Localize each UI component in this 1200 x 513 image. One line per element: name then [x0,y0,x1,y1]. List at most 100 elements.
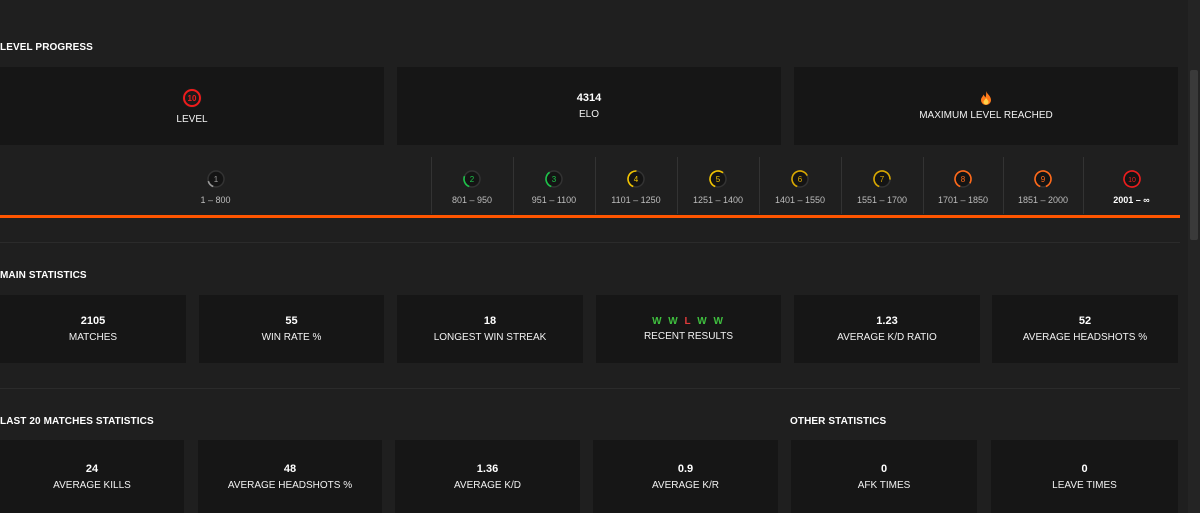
recent-results-label: RECENT RESULTS [643,330,734,342]
level-10-icon: 10 [1122,170,1141,188]
level-step-6: 6 1401 – 1550 [759,157,841,214]
level-step-9: 9 1851 – 2000 [1003,157,1083,214]
matches-value: 2105 [80,315,106,327]
section-divider [0,242,1180,243]
elo-value: 4314 [576,92,602,104]
avg-kr-label: AVERAGE K/R [651,479,720,491]
result-1: W [652,315,664,327]
result-4: W [697,315,709,327]
other-statistics-title: OTHER STATISTICS [790,416,887,427]
main-statistics-title: MAIN STATISTICS [0,270,87,281]
avg-kd-label: AVERAGE K/D [453,479,522,491]
win-rate-label: WIN RATE % [261,332,322,343]
avg-headshots-card: 48 AVERAGE HEADSHOTS % [198,440,382,513]
level-6-icon: 6 [791,170,809,188]
kd-ratio-card: 1.23 AVERAGE K/D RATIO [794,295,980,363]
level-5-range: 1251 – 1400 [692,195,744,205]
level-card: 10 LEVEL [0,67,384,145]
level-step-4: 4 1101 – 1250 [595,157,677,214]
level-progress-bar [0,215,1180,218]
headshots-card: 52 AVERAGE HEADSHOTS % [992,295,1178,363]
level-number: 2 [470,175,475,184]
level-step-1: 1 1 – 800 [0,157,431,214]
leave-times-card: 0 LEAVE TIMES [991,440,1178,513]
level-9-range: 1851 – 2000 [1017,195,1069,205]
matches-card: 2105 MATCHES [0,295,186,363]
level-progress-title: LEVEL PROGRESS [0,42,93,53]
avg-headshots-value: 48 [283,462,297,475]
level-step-2: 2 801 – 950 [431,157,513,214]
level-number: 9 [1041,175,1046,184]
afk-times-value: 0 [880,462,888,475]
result-5: W [713,315,725,327]
level-2-range: 801 – 950 [451,195,493,205]
elo-card: 4314 ELO [397,67,781,145]
result-2: W [668,315,680,327]
level-10-range: 2001 – ∞ [1113,195,1150,205]
level-step-3: 3 951 – 1100 [513,157,595,214]
level-step-7: 7 1551 – 1700 [841,157,923,214]
avg-kd-card: 1.36 AVERAGE K/D [395,440,580,513]
level-4-range: 1101 – 1250 [611,195,661,205]
level-number: 6 [798,175,803,184]
headshots-label: AVERAGE HEADSHOTS % [1022,332,1148,343]
svg-text:10: 10 [188,94,197,103]
max-level-card: MAXIMUM LEVEL REACHED [794,67,1178,145]
level-5-icon: 5 [709,170,727,188]
afk-times-card: 0 AFK TIMES [791,440,977,513]
kd-ratio-value: 1.23 [876,315,898,327]
leave-times-value: 0 [1081,462,1088,475]
level-number: 7 [880,175,885,184]
level-1-icon: 1 [206,170,225,188]
elo-label: ELO [578,109,599,120]
section-divider [0,388,1180,389]
level-number: 10 [1128,177,1136,184]
avg-kills-card: 24 AVERAGE KILLS [0,440,184,513]
avg-kd-value: 1.36 [476,462,499,475]
max-level-label: MAXIMUM LEVEL REACHED [919,109,1053,121]
level-step-10: 10 2001 – ∞ [1083,157,1180,214]
level-8-icon: 8 [954,170,972,188]
level-track: 1 1 – 800 2 801 – 950 3 951 – 1100 4 110… [0,157,1180,217]
avg-kr-card: 0.9 AVERAGE K/R [593,440,778,513]
level-number: 5 [716,175,721,184]
win-rate-card: 55 WIN RATE % [199,295,384,363]
flame-icon [981,90,991,105]
level-7-range: 1551 – 1700 [856,195,908,205]
level-step-5: 5 1251 – 1400 [677,157,759,214]
longest-streak-card: 18 LONGEST WIN STREAK [397,295,583,363]
level-number: 8 [961,175,966,184]
avg-kr-value: 0.9 [677,462,694,475]
last20-title: LAST 20 MATCHES STATISTICS [0,416,154,427]
win-rate-value: 55 [285,315,298,327]
recent-results-card: W W L W W RECENT RESULTS [596,295,781,363]
recent-results: W W L W W [652,316,725,327]
matches-label: MATCHES [68,332,118,343]
level-4-icon: 4 [627,170,645,188]
level-8-range: 1701 – 1850 [937,195,989,205]
leave-times-label: LEAVE TIMES [1052,479,1117,491]
level-6-range: 1401 – 1550 [774,195,826,205]
level-label: LEVEL [176,113,208,125]
level-3-icon: 3 [545,170,563,188]
level-number: 3 [552,175,557,184]
result-3: L [684,315,693,327]
level-7-icon: 7 [873,170,891,188]
avg-kills-label: AVERAGE KILLS [53,479,131,491]
level-number: 4 [634,175,639,184]
kd-ratio-label: AVERAGE K/D RATIO [837,332,937,343]
avg-headshots-label: AVERAGE HEADSHOTS % [227,479,353,491]
avg-kills-value: 24 [85,462,99,475]
level-3-range: 951 – 1100 [531,195,577,205]
headshots-value: 52 [1078,315,1092,327]
afk-times-label: AFK TIMES [857,479,911,491]
level-number: 1 [213,175,218,184]
level-1-range: 1 – 800 [200,195,231,205]
level-9-icon: 9 [1034,170,1052,188]
scrollbar-thumb[interactable] [1190,70,1198,240]
longest-streak-label: LONGEST WIN STREAK [433,332,547,343]
level-step-8: 8 1701 – 1850 [923,157,1003,214]
level-10-badge-icon: 10 [182,87,202,108]
level-2-icon: 2 [463,170,481,188]
longest-streak-value: 18 [483,315,497,327]
